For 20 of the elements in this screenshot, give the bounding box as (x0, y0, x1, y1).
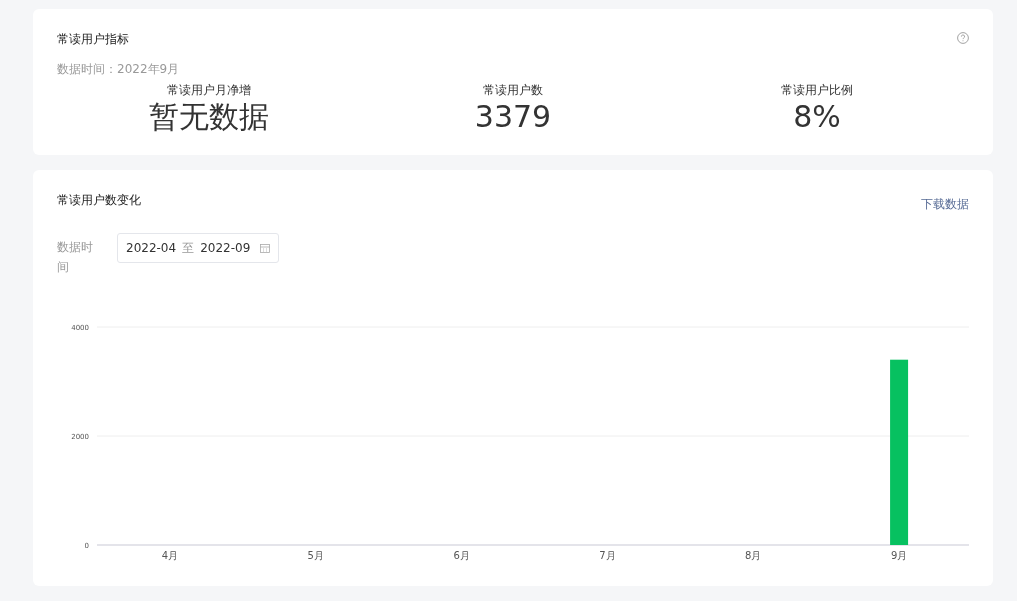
axis-tick-label: 6月 (453, 550, 470, 561)
metric-label: 常读用户比例 (781, 82, 853, 99)
axis-tick-label: 7月 (599, 550, 616, 561)
help-icon[interactable] (957, 32, 969, 44)
metric-value: 3379 (474, 99, 552, 135)
card-title: 常读用户数变化 (57, 192, 141, 209)
axis-tick-label: 5月 (307, 550, 324, 561)
axis-tick-label: 8月 (745, 550, 762, 561)
filter-label: 数据时间 (57, 239, 94, 276)
metric-value: 8% (793, 99, 841, 135)
card-title: 常读用户指标 (57, 31, 129, 48)
metric-value: 暂无数据 (149, 99, 269, 135)
download-link[interactable]: 下载数据 (921, 196, 969, 213)
metric-label: 常读用户数 (483, 82, 543, 99)
axis-tick-label: 4月 (161, 550, 179, 561)
calendar-icon (260, 243, 271, 253)
metric-label: 常读用户月净增 (167, 82, 251, 99)
data-time-text: 数据时间：2022年9月 (57, 61, 181, 78)
axis-tick-label: 9月 (890, 550, 908, 561)
date-range-field[interactable]: 2022-04 至 2022-09 (117, 233, 280, 263)
